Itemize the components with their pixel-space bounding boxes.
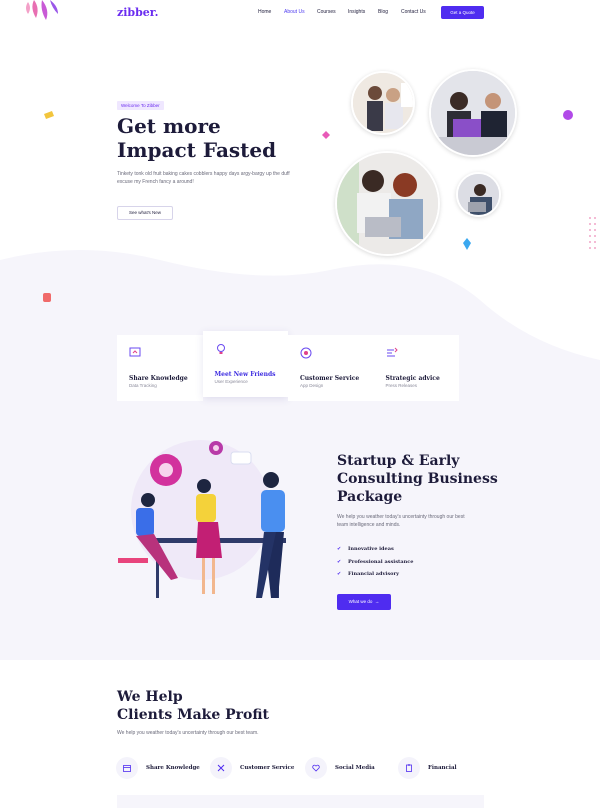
startup-title-line-1: Startup & Early <box>337 453 460 469</box>
check-icon: ✔ <box>337 546 342 553</box>
service-label: Share Knowledge <box>146 765 200 771</box>
decor-purple-shape-icon <box>563 110 573 120</box>
nav-link-contact-us[interactable]: Contact Us <box>401 9 436 15</box>
team-photo-1 <box>351 71 415 135</box>
service-share-knowledge[interactable]: Share Knowledge <box>116 757 200 779</box>
team-meeting-illustration <box>118 440 286 598</box>
team-photo-2 <box>429 69 517 157</box>
feature-title: Customer Service <box>300 375 360 382</box>
list-item-label: Financial advisory <box>348 571 400 578</box>
team-photo-3 <box>335 151 440 256</box>
see-whats-new-button[interactable]: See what's New <box>117 206 173 220</box>
decor-dots-pattern-icon <box>589 217 596 249</box>
feature-cards: Share Knowledge Data Tracking Meet New F… <box>117 331 459 401</box>
service-label: Social Media <box>335 765 375 771</box>
service-icon <box>300 347 312 359</box>
startup-benefits-list: ✔ Innovative ideas ✔ Professional assist… <box>337 543 413 581</box>
hero-title-line-1: Get more <box>117 114 221 138</box>
help-title: We Help Clients Make Profit <box>117 688 269 724</box>
feature-title: Share Knowledge <box>129 375 188 382</box>
decor-pink-shape-icon <box>322 131 330 139</box>
hero-description: Tinkety tonk old fruit baking cakes cobb… <box>117 171 290 185</box>
feature-subtitle: Data Tracking <box>129 383 157 388</box>
what-we-do-button[interactable]: What we do → <box>337 594 391 610</box>
next-section-preview <box>117 795 484 808</box>
strategy-icon <box>386 347 398 357</box>
feature-card-customer-service[interactable]: Customer Service App Design <box>288 335 374 401</box>
heart-icon <box>312 764 320 772</box>
what-we-do-label: What we do <box>348 599 373 604</box>
decor-blue-shape-icon <box>463 238 471 250</box>
check-icon: ✔ <box>337 571 342 578</box>
lightbulb-icon <box>216 344 225 354</box>
welcome-tag: Welcome To Zibber <box>117 101 164 110</box>
feature-title: Meet New Friends <box>214 371 276 378</box>
check-icon: ✔ <box>337 558 342 565</box>
service-customer-service[interactable]: Customer Service <box>210 757 294 779</box>
tools-icon <box>217 764 225 772</box>
list-item-label: Professional assistance <box>348 558 414 565</box>
feature-subtitle: Press Releases <box>385 383 418 388</box>
service-social-media[interactable]: Social Media <box>305 757 375 779</box>
feature-card-share-knowledge[interactable]: Share Knowledge Data Tracking <box>117 335 203 401</box>
get-quote-button[interactable]: Get a Quote <box>441 6 484 19</box>
decor-yellow-shape-icon <box>44 111 54 119</box>
nav-link-home[interactable]: Home <box>258 9 284 15</box>
list-item: ✔ Innovative ideas <box>337 543 413 556</box>
feature-title: Strategic advice <box>385 375 440 382</box>
presentation-icon <box>129 347 141 357</box>
service-financial[interactable]: Financial <box>398 757 457 779</box>
nav-link-insights[interactable]: Insights <box>348 9 378 15</box>
top-navigation: zibber. Home About Us Courses Insights B… <box>0 0 600 26</box>
hero-title-line-2: Impact Fasted <box>117 138 277 162</box>
list-item: ✔ Financial advisory <box>337 568 413 581</box>
help-title-line-2: Clients Make Profit <box>117 707 270 723</box>
help-title-line-1: We Help <box>117 689 183 705</box>
list-item-label: Innovative ideas <box>348 546 394 553</box>
calendar-icon <box>123 765 131 772</box>
startup-title-line-2: Consulting Business <box>337 471 498 487</box>
startup-title: Startup & Early Consulting Business Pack… <box>337 452 507 506</box>
nav-link-about-us[interactable]: About Us <box>284 9 317 15</box>
feature-subtitle: App Design <box>300 383 324 388</box>
service-label: Customer Service <box>240 765 295 771</box>
startup-title-line-3: Package <box>337 489 403 505</box>
feature-subtitle: User Experience <box>214 379 248 384</box>
list-item: ✔ Professional assistance <box>337 556 413 569</box>
arrow-right-icon: → <box>373 599 380 604</box>
help-description: We help you weather today's uncertainty … <box>117 730 259 736</box>
startup-description: We help you weather today's uncertainty … <box>337 514 465 528</box>
logo[interactable]: zibber. <box>117 6 158 19</box>
decor-red-shape-icon <box>43 293 51 302</box>
team-photo-4 <box>456 172 501 217</box>
hero-title: Get more Impact Fasted <box>117 114 317 162</box>
clipboard-icon <box>406 764 412 772</box>
service-label: Financial <box>428 765 457 771</box>
nav-link-courses[interactable]: Courses <box>317 9 348 15</box>
feature-card-strategic-advice[interactable]: Strategic advice Press Releases <box>373 335 459 401</box>
nav-link-blog[interactable]: Blog <box>378 9 401 15</box>
nav-links: Home About Us Courses Insights Blog Cont… <box>258 9 436 15</box>
feature-card-meet-new-friends[interactable]: Meet New Friends User Experience <box>202 331 288 397</box>
